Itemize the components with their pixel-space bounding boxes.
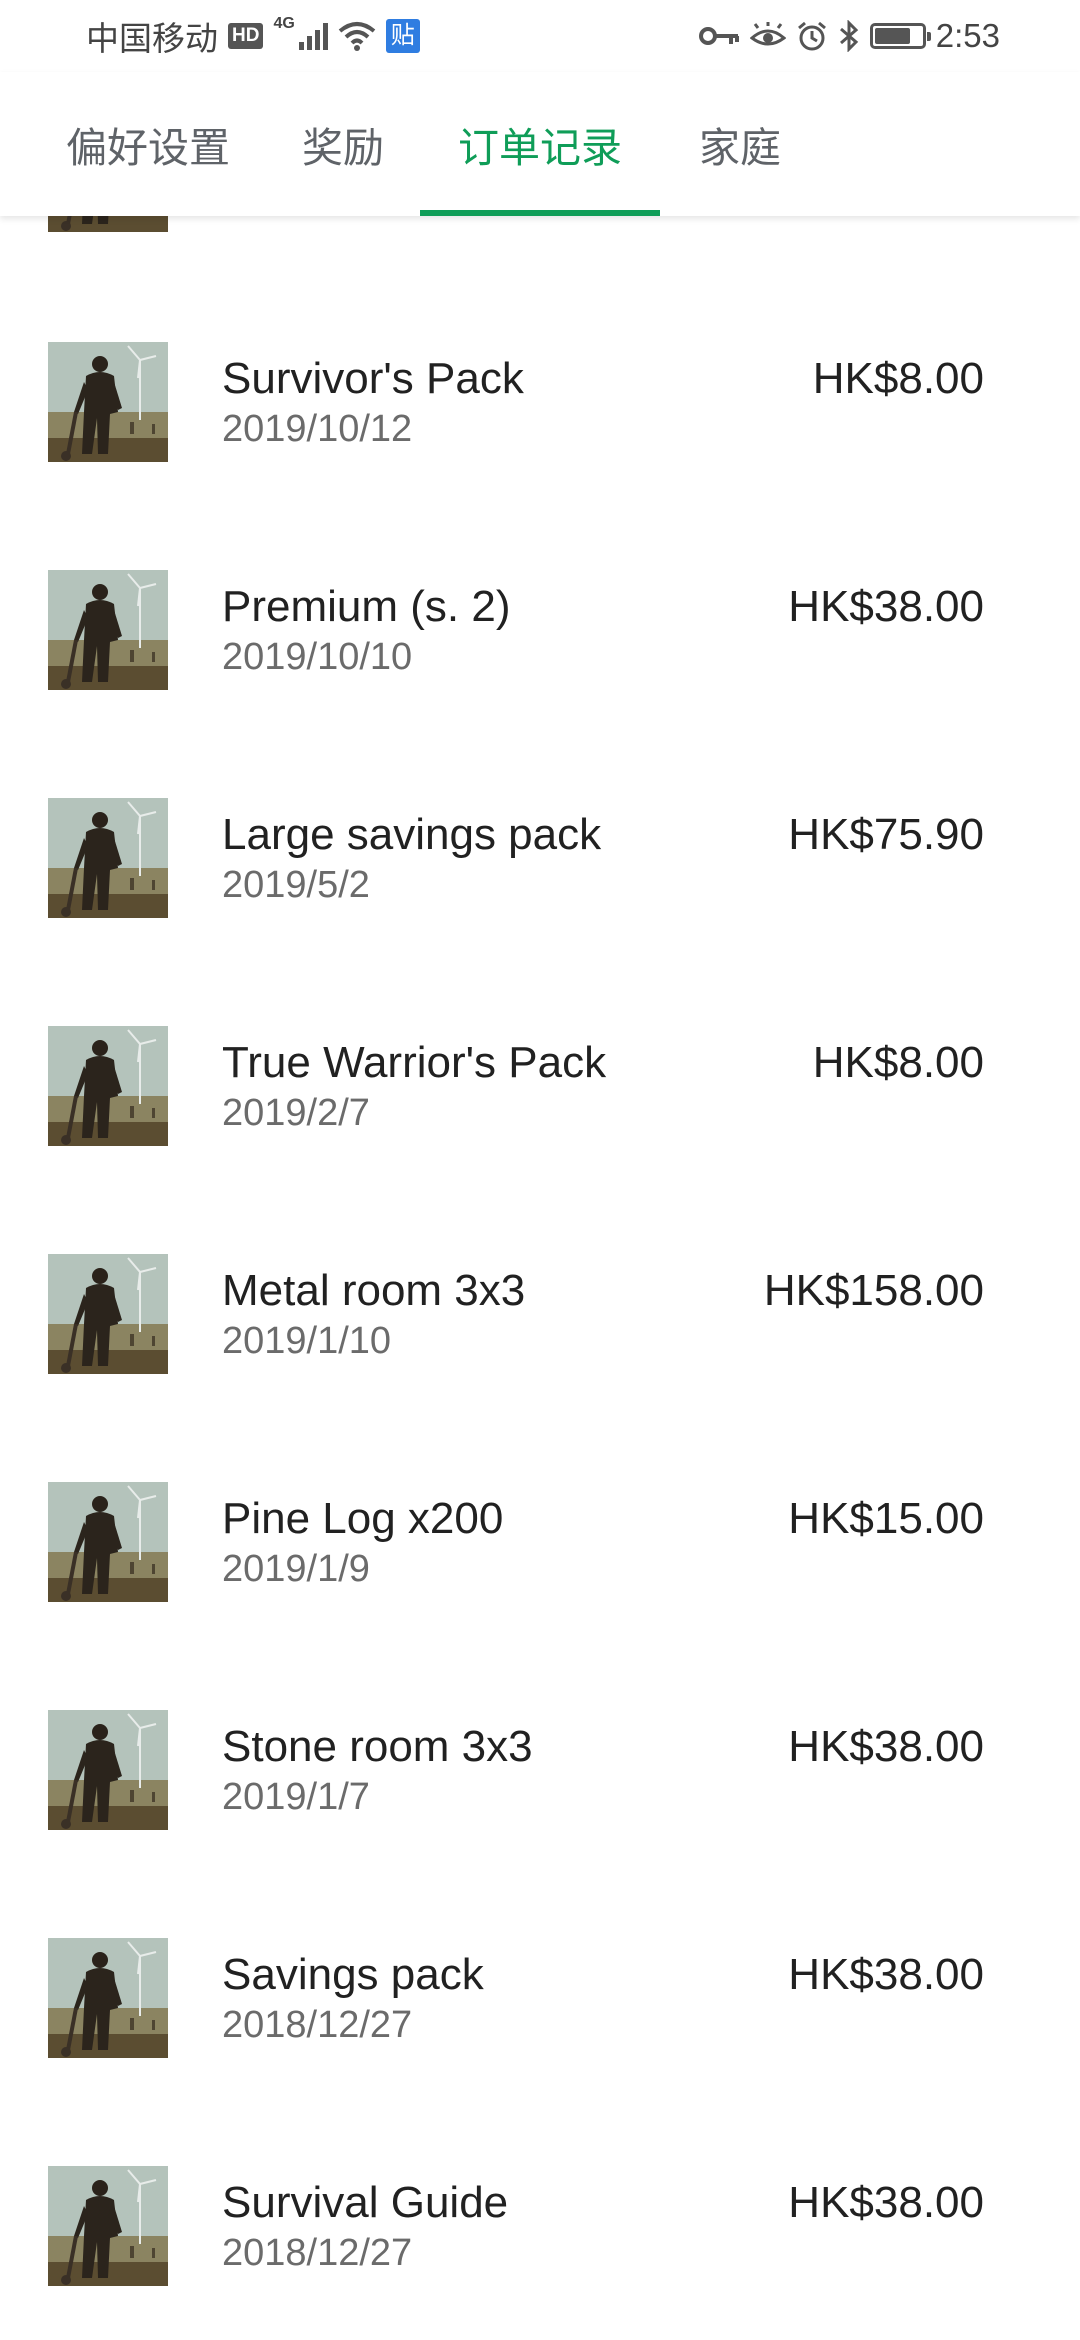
item-price: HK$38.00 bbox=[788, 582, 984, 631]
game-thumbnail bbox=[48, 1482, 168, 1602]
item-price: HK$15.00 bbox=[788, 1494, 984, 1543]
list-item[interactable]: Stone room 3x3 2019/1/7 HK$38.00 bbox=[0, 1710, 1080, 1938]
bluetooth-icon bbox=[839, 20, 858, 52]
tie-app-icon: 贴 bbox=[385, 19, 420, 53]
status-right: 2:53 bbox=[698, 17, 1000, 55]
item-title: Survival Guide bbox=[222, 2178, 509, 2227]
status-left: 中国移动 HD 4G 贴 bbox=[86, 12, 420, 60]
list-item[interactable]: Survivor's Pack 2019/10/12 HK$8.00 bbox=[0, 342, 1080, 570]
item-title: True Warrior's Pack bbox=[222, 1038, 607, 1087]
game-thumbnail bbox=[48, 342, 168, 462]
item-price: HK$8.00 bbox=[812, 354, 984, 403]
order-list[interactable]: Survivor's Pack 2019/10/12 HK$8.00 Premi… bbox=[0, 216, 1080, 2340]
item-title: Large savings pack bbox=[222, 810, 602, 859]
item-date: 2018/12/27 bbox=[222, 2232, 413, 2274]
item-price: HK$38.00 bbox=[788, 1950, 984, 1999]
item-date: 2019/1/10 bbox=[222, 1320, 392, 1362]
tab-rewards[interactable]: 奖励 bbox=[278, 72, 408, 216]
game-thumbnail bbox=[48, 570, 168, 690]
item-title: Premium (s. 2) bbox=[222, 582, 511, 631]
signal-icon bbox=[298, 22, 328, 50]
tab-label: 家庭 bbox=[699, 125, 781, 171]
item-date: 2019/5/2 bbox=[222, 864, 370, 906]
item-price: HK$8.00 bbox=[812, 1038, 984, 1087]
list-item[interactable]: Metal room 3x3 2019/1/10 HK$158.00 bbox=[0, 1254, 1080, 1482]
tab-order-history[interactable]: 订单记录 bbox=[420, 72, 660, 216]
wifi-icon bbox=[338, 22, 376, 51]
item-price: HK$158.00 bbox=[763, 1266, 984, 1315]
network-type-label: 4G bbox=[273, 15, 295, 32]
clock-time: 2:53 bbox=[935, 17, 1000, 54]
game-thumbnail bbox=[48, 1026, 168, 1146]
carrier-label: 中国移动 bbox=[86, 20, 218, 57]
status-bar: 中国移动 HD 4G 贴 2:53 bbox=[0, 0, 1080, 72]
tab-family[interactable]: 家庭 bbox=[680, 72, 800, 216]
item-price: HK$38.00 bbox=[788, 1722, 984, 1771]
item-date: 2019/10/12 bbox=[222, 408, 413, 450]
list-item[interactable]: Savings pack 2018/12/27 HK$38.00 bbox=[0, 1938, 1080, 2166]
game-thumbnail bbox=[48, 1938, 168, 2058]
game-thumbnail bbox=[48, 1710, 168, 1830]
item-date: 2019/2/7 bbox=[222, 1092, 370, 1134]
item-title: Savings pack bbox=[222, 1950, 484, 1999]
list-item[interactable]: True Warrior's Pack 2019/2/7 HK$8.00 bbox=[0, 1026, 1080, 1254]
game-thumbnail bbox=[48, 216, 168, 232]
game-thumbnail bbox=[48, 2166, 168, 2286]
tab-preferences[interactable]: 偏好设置 bbox=[48, 72, 248, 216]
item-title: Pine Log x200 bbox=[222, 1494, 504, 1543]
item-date: 2019/1/9 bbox=[222, 1548, 370, 1590]
list-item[interactable]: Premium (s. 2) 2019/10/10 HK$38.00 bbox=[0, 570, 1080, 798]
list-item[interactable]: Pine Log x200 2019/1/9 HK$15.00 bbox=[0, 1482, 1080, 1710]
game-thumbnail bbox=[48, 1254, 168, 1374]
battery-icon bbox=[869, 23, 931, 49]
item-date: 2019/1/7 bbox=[222, 1776, 370, 1818]
item-title: Metal room 3x3 bbox=[222, 1266, 526, 1315]
item-price: HK$38.00 bbox=[788, 2178, 984, 2227]
active-tab-indicator bbox=[420, 210, 660, 216]
tab-label: 订单记录 bbox=[458, 125, 622, 171]
alarm-icon bbox=[797, 21, 826, 51]
key-icon bbox=[698, 27, 739, 45]
list-item[interactable]: Large savings pack 2019/5/2 HK$75.90 bbox=[0, 798, 1080, 1026]
tab-label: 偏好设置 bbox=[66, 125, 230, 171]
item-date: 2019/10/10 bbox=[222, 636, 413, 678]
list-item[interactable]: Survival Guide 2018/12/27 HK$38.00 bbox=[0, 2166, 1080, 2340]
item-title: Survivor's Pack bbox=[222, 354, 524, 403]
item-title: Stone room 3x3 bbox=[222, 1722, 533, 1771]
battery-level-fill bbox=[874, 28, 910, 44]
eye-comfort-icon bbox=[749, 22, 786, 46]
item-date: 2018/12/27 bbox=[222, 2004, 413, 2046]
game-thumbnail bbox=[48, 798, 168, 918]
tab-label: 奖励 bbox=[302, 125, 384, 171]
hd-icon: HD bbox=[228, 23, 264, 49]
tab-bar: 偏好设置 奖励 订单记录 家庭 bbox=[0, 72, 1080, 216]
item-price: HK$75.90 bbox=[788, 810, 984, 859]
